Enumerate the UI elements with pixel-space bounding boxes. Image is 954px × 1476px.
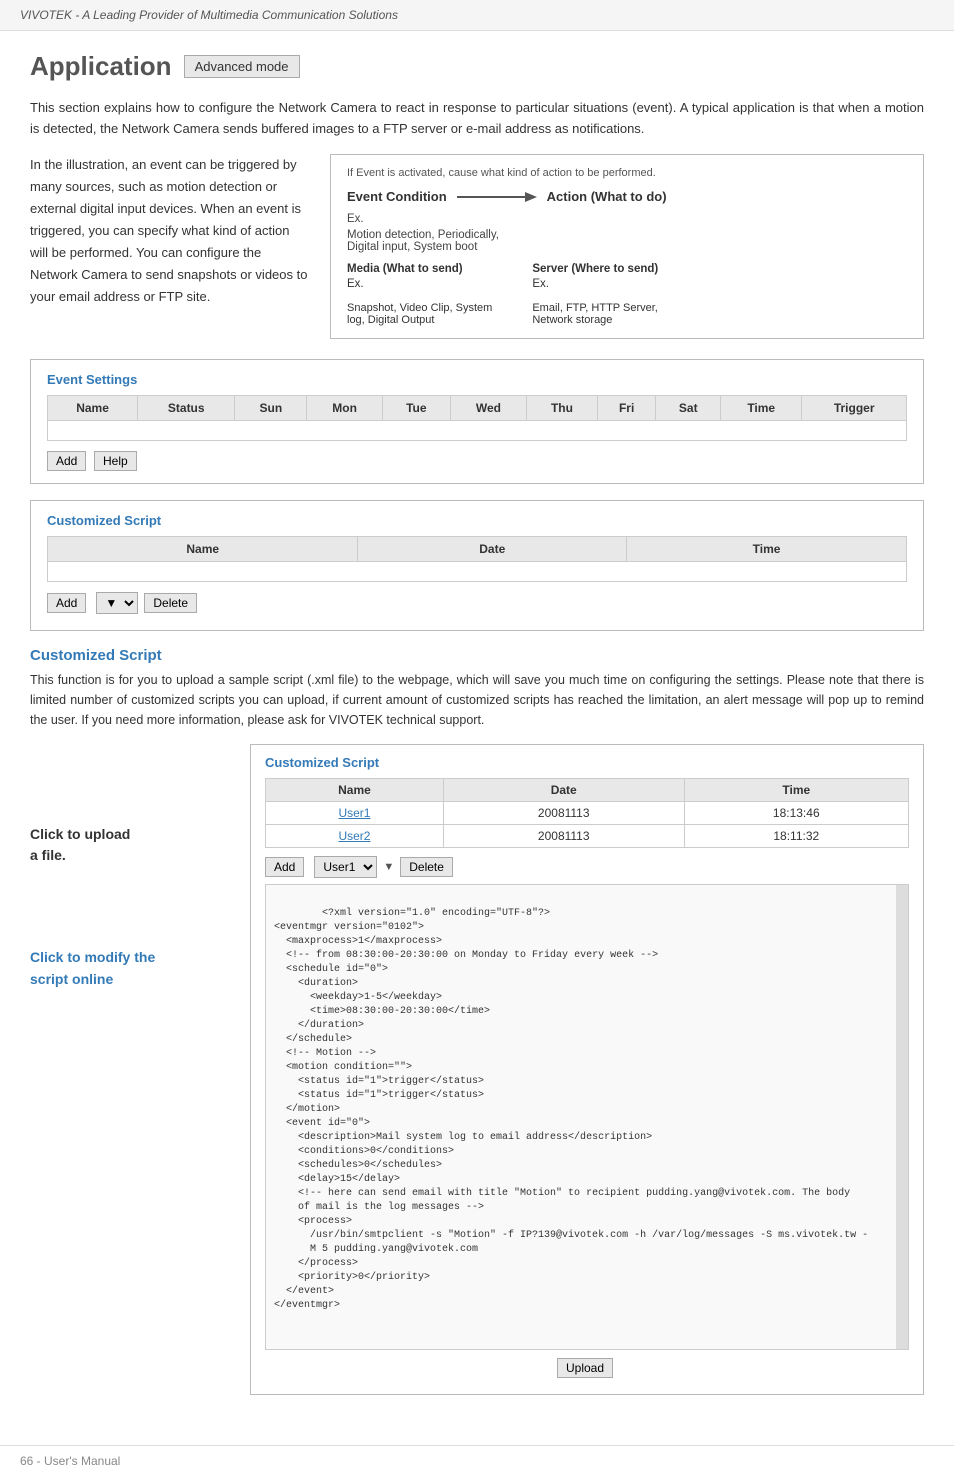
upload-button[interactable]: Upload — [557, 1358, 613, 1378]
script-delete-button[interactable]: Delete — [144, 593, 197, 613]
customized-script-description: This function is for you to upload a sam… — [30, 670, 924, 730]
col-trigger: Trigger — [802, 395, 907, 420]
script-table-header-row: Name Date Time — [48, 536, 907, 561]
script-detail-add-button[interactable]: Add — [265, 857, 304, 877]
event-condition-label: Event Condition — [347, 189, 447, 204]
event-table-header-row: Name Status Sun Mon Tue Wed Thu Fri Sat … — [48, 395, 907, 420]
script-row-time: 18:13:46 — [684, 801, 908, 824]
footer-bar: 66 - User's Manual — [0, 1445, 954, 1476]
server-items: Email, FTP, HTTP Server, Network storage — [532, 290, 658, 326]
footer-text: 66 - User's Manual — [20, 1454, 120, 1468]
media-items: Snapshot, Video Clip, System log, Digita… — [347, 290, 492, 326]
click-upload-label: Click to upload a file. — [30, 824, 230, 868]
scroll-bar[interactable] — [896, 885, 908, 1349]
if-event-text: If Event is activated, cause what kind o… — [347, 167, 907, 179]
customized-script-box: Customized Script Name Date Time Add ▼ D… — [30, 500, 924, 631]
ex-items: Motion detection, Periodically, Digital … — [347, 229, 907, 253]
script-add-button[interactable]: Add — [47, 593, 86, 613]
server-col: Server (Where to send) Ex. Email, FTP, H… — [532, 263, 658, 326]
script-detail-table: Name Date Time User12008111318:13:46User… — [265, 778, 909, 848]
page-title: Application — [30, 51, 172, 82]
col-mon: Mon — [307, 395, 383, 420]
script-row-time: 18:11:32 — [684, 824, 908, 847]
col-tue: Tue — [382, 395, 450, 420]
detail-col-time: Time — [684, 778, 908, 801]
script-table-empty-row — [48, 561, 907, 581]
event-settings-table: Name Status Sun Mon Tue Wed Thu Fri Sat … — [47, 395, 907, 441]
script-box-title: Customized Script — [265, 755, 909, 770]
script-detail-buttons: Add User1 User2 ▼ Delete — [265, 856, 909, 878]
col-sat: Sat — [656, 395, 721, 420]
intro-paragraph-1: This section explains how to configure t… — [30, 98, 924, 140]
media-server-row: Media (What to send) Ex. Snapshot, Video… — [347, 263, 907, 326]
script-data-row: User22008111318:11:32 — [266, 824, 909, 847]
big-diagram-section: Click to upload a file. Click to modify … — [30, 744, 924, 1395]
col-fri: Fri — [597, 395, 656, 420]
left-labels: Click to upload a file. Click to modify … — [30, 744, 230, 1395]
code-content: <?xml version="1.0" encoding="UTF-8"?> <… — [274, 908, 868, 1311]
event-settings-title: Event Settings — [47, 372, 907, 387]
customized-script-table: Name Date Time — [47, 536, 907, 582]
script-col-name: Name — [48, 536, 358, 561]
script-row-name[interactable]: User2 — [266, 824, 444, 847]
script-detail-delete-button[interactable]: Delete — [400, 857, 453, 877]
media-ex: Ex. — [347, 278, 492, 290]
header-bar: VIVOTEK - A Leading Provider of Multimed… — [0, 0, 954, 31]
script-select[interactable]: ▼ — [96, 592, 138, 614]
col-name: Name — [48, 395, 138, 420]
left-col-text: In the illustration, an event can be tri… — [30, 154, 310, 339]
script-col-date: Date — [358, 536, 627, 561]
media-label: Media (What to send) — [347, 263, 492, 275]
select-arrow-icon: ▼ — [383, 861, 394, 873]
col-wed: Wed — [450, 395, 526, 420]
main-content: Application Advanced mode This section e… — [0, 31, 954, 1435]
upload-btn-row: Upload — [265, 1358, 909, 1384]
script-detail-select[interactable]: User1 User2 — [314, 856, 377, 878]
media-col: Media (What to send) Ex. Snapshot, Video… — [347, 263, 492, 326]
script-box-container: Customized Script Name Date Time User120… — [250, 744, 924, 1395]
script-col-time: Time — [627, 536, 907, 561]
col-sun: Sun — [235, 395, 307, 420]
action-label: Action (What to do) — [547, 189, 667, 204]
customized-script-heading: Customized Script — [30, 647, 924, 664]
event-settings-buttons: Add Help — [47, 451, 907, 471]
server-label: Server (Where to send) — [532, 263, 658, 275]
click-modify-label: Click to modify the script online — [30, 947, 230, 991]
script-row-date: 20081113 — [443, 824, 684, 847]
event-settings-box: Event Settings Name Status Sun Mon Tue W… — [30, 359, 924, 484]
script-data-row: User12008111318:13:46 — [266, 801, 909, 824]
ex-label: Ex. — [347, 213, 907, 225]
detail-col-date: Date — [443, 778, 684, 801]
script-table-buttons: Add ▼ Delete — [47, 592, 907, 614]
detail-col-name: Name — [266, 778, 444, 801]
diagram-box: If Event is activated, cause what kind o… — [330, 154, 924, 339]
script-detail-header: Name Date Time — [266, 778, 909, 801]
event-table-empty-row — [48, 420, 907, 440]
script-row-name[interactable]: User1 — [266, 801, 444, 824]
col-thu: Thu — [527, 395, 598, 420]
server-ex: Ex. — [532, 278, 658, 290]
event-condition-row: Event Condition Action (What to do) — [347, 187, 907, 207]
col-time: Time — [721, 395, 802, 420]
arrow-icon — [457, 187, 537, 207]
title-row: Application Advanced mode — [30, 51, 924, 82]
script-row-date: 20081113 — [443, 801, 684, 824]
advanced-mode-button[interactable]: Advanced mode — [184, 55, 300, 78]
event-help-button[interactable]: Help — [94, 451, 137, 471]
customized-script-table-title: Customized Script — [47, 513, 907, 528]
code-area[interactable]: <?xml version="1.0" encoding="UTF-8"?> <… — [265, 884, 909, 1350]
col-status: Status — [138, 395, 235, 420]
intro-paragraph-2: In the illustration, an event can be tri… — [30, 157, 307, 305]
two-col-section: In the illustration, an event can be tri… — [30, 154, 924, 339]
header-text: VIVOTEK - A Leading Provider of Multimed… — [20, 8, 398, 22]
event-add-button[interactable]: Add — [47, 451, 86, 471]
